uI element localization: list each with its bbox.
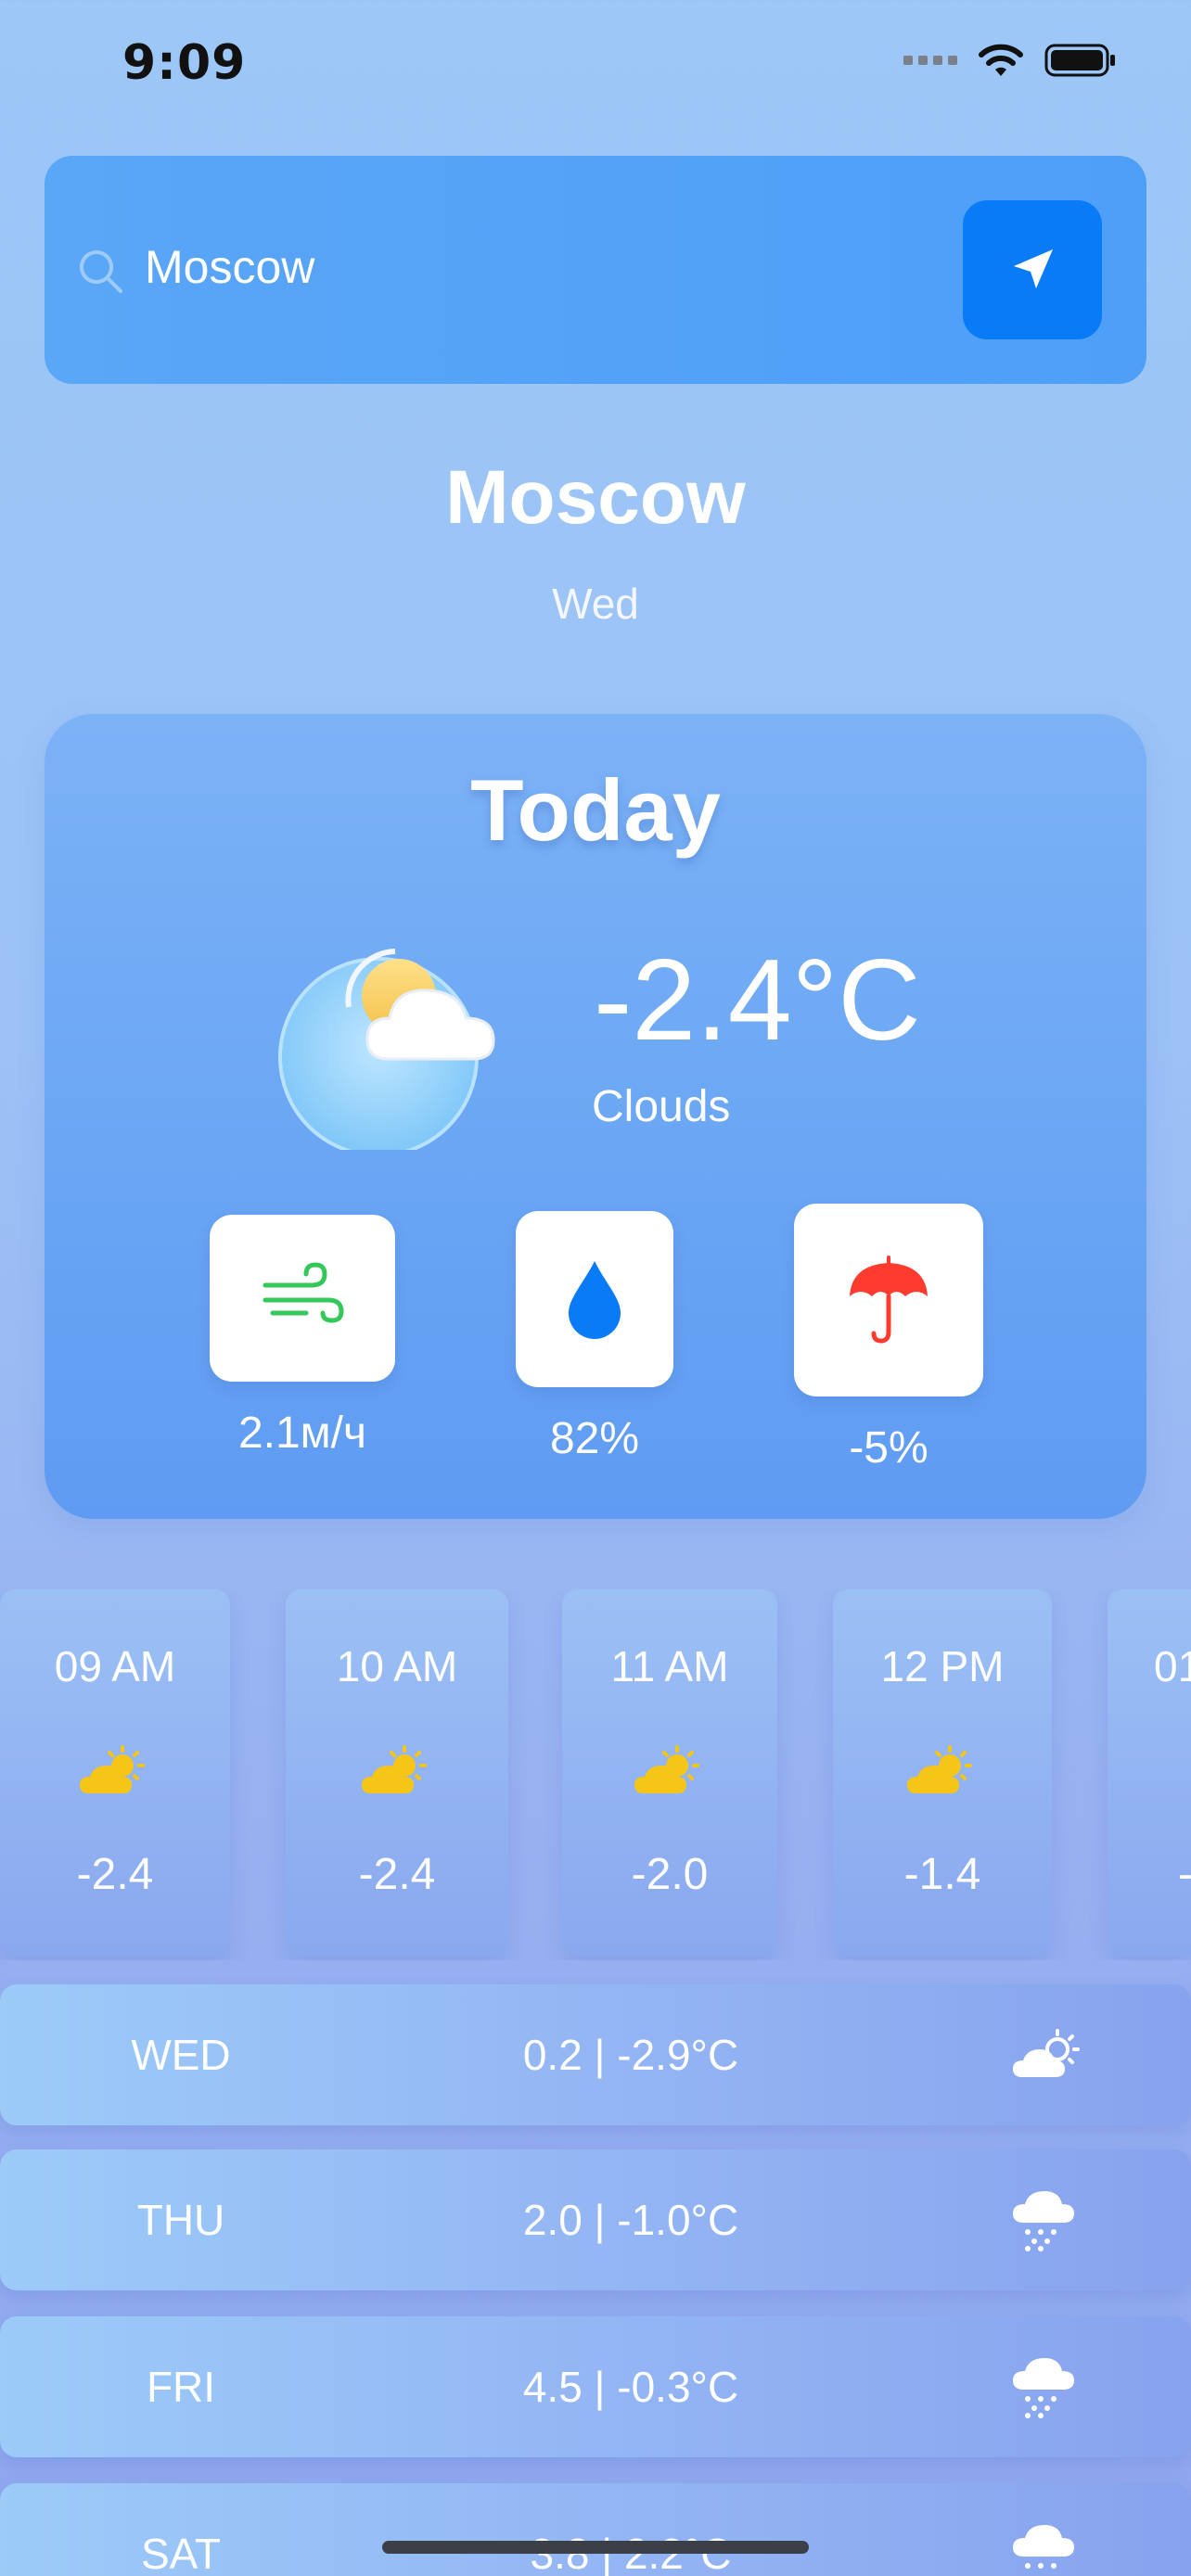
precipitation-tile: [794, 1204, 983, 1396]
search-input[interactable]: [145, 230, 961, 304]
hour-temperature: -1.4: [903, 1850, 981, 1899]
snow-cloud-icon: [1013, 2191, 1074, 2251]
hourly-card: 09 AM -2.4: [0, 1589, 230, 1957]
partly-cloudy-icon: [907, 1745, 972, 1793]
wind-value: 2.1м/ч: [237, 1409, 367, 1458]
hour-label: 01: [1154, 1642, 1191, 1690]
wifi-icon: [979, 44, 1023, 76]
city-name: Moscow: [445, 455, 746, 540]
hour-label: 12 PM: [880, 1642, 1005, 1690]
daily-day: FRI: [146, 2363, 216, 2411]
hour-label: 10 AM: [336, 1642, 458, 1690]
status-bar: 9:09: [0, 0, 1191, 130]
today-card: Today -2.4°C Clouds 2.1м/ч 82% -5%: [45, 714, 1146, 1519]
hourly-card: 11 AM -2.0: [562, 1589, 777, 1957]
daily-range: 0.2 | -2.9°C: [522, 2031, 739, 2079]
day-label: Wed: [552, 580, 639, 628]
current-temperature: -2.4°C: [594, 937, 921, 1065]
hourly-card: 10 AM -2.4: [286, 1589, 508, 1957]
umbrella-icon: [850, 1256, 928, 1344]
humidity-stat: 82%: [516, 1211, 673, 1464]
partly-cloudy-icon: [634, 1745, 699, 1793]
hourly-forecast[interactable]: 09 AM -2.4 10 AM -2.4 11 AM -2.0 12 PM -…: [0, 1589, 1191, 1960]
daily-day: THU: [136, 2196, 225, 2244]
partly-cloudy-icon: [1013, 2029, 1080, 2077]
hour-label: 11 AM: [610, 1642, 729, 1690]
hour-temperature: -: [1178, 1849, 1191, 1900]
today-title: Today: [470, 761, 721, 859]
wind-icon: [263, 1262, 344, 1323]
daily-row[interactable]: FRI 4.5 | -0.3°C: [0, 2316, 1191, 2457]
snow-cloud-icon: [1013, 2358, 1074, 2418]
signal-dots-icon: [903, 56, 957, 65]
location-arrow-icon: [1014, 249, 1053, 288]
home-indicator[interactable]: [382, 2541, 809, 2554]
daily-row[interactable]: WED 0.2 | -2.9°C: [0, 1984, 1191, 2125]
battery-icon: [1044, 44, 1115, 77]
daily-day: SAT: [140, 2530, 222, 2576]
partly-cloudy-icon: [362, 1745, 427, 1793]
humidity-tile: [516, 1211, 673, 1387]
hour-temperature: -2.4: [358, 1850, 436, 1899]
current-location-button[interactable]: [963, 200, 1102, 339]
snow-cloud-icon: [1013, 2525, 1074, 2569]
water-drop-icon: [569, 1261, 621, 1339]
hour-temperature: -2.0: [631, 1850, 709, 1899]
precipitation-value: -5%: [849, 1423, 928, 1473]
daily-row[interactable]: SAT 3.8 | 2.2°C: [0, 2483, 1191, 2576]
humidity-value: 82%: [549, 1414, 640, 1463]
hourly-card: 12 PM -1.4: [833, 1589, 1052, 1957]
daily-day: WED: [131, 2031, 231, 2079]
status-icons: [903, 43, 1117, 78]
hour-temperature: -2.4: [76, 1850, 154, 1899]
current-condition: Clouds: [592, 1082, 731, 1131]
partly-cloudy-icon: [80, 1745, 145, 1793]
hourly-card: 01 -: [1108, 1589, 1191, 1957]
search-bar: [45, 156, 1146, 384]
precipitation-stat: -5%: [794, 1204, 983, 1473]
daily-range: 4.5 | -0.3°C: [522, 2363, 739, 2411]
status-time: 9:09: [122, 35, 247, 91]
wind-tile: [210, 1215, 395, 1382]
daily-range: 2.0 | -1.0°C: [522, 2196, 739, 2244]
search-icon: [80, 250, 122, 293]
hour-label: 09 AM: [54, 1642, 176, 1690]
daily-row[interactable]: THU 2.0 | -1.0°C: [0, 2149, 1191, 2290]
cloud-sun-icon: [278, 949, 495, 1150]
wind-stat: 2.1м/ч: [210, 1215, 395, 1459]
